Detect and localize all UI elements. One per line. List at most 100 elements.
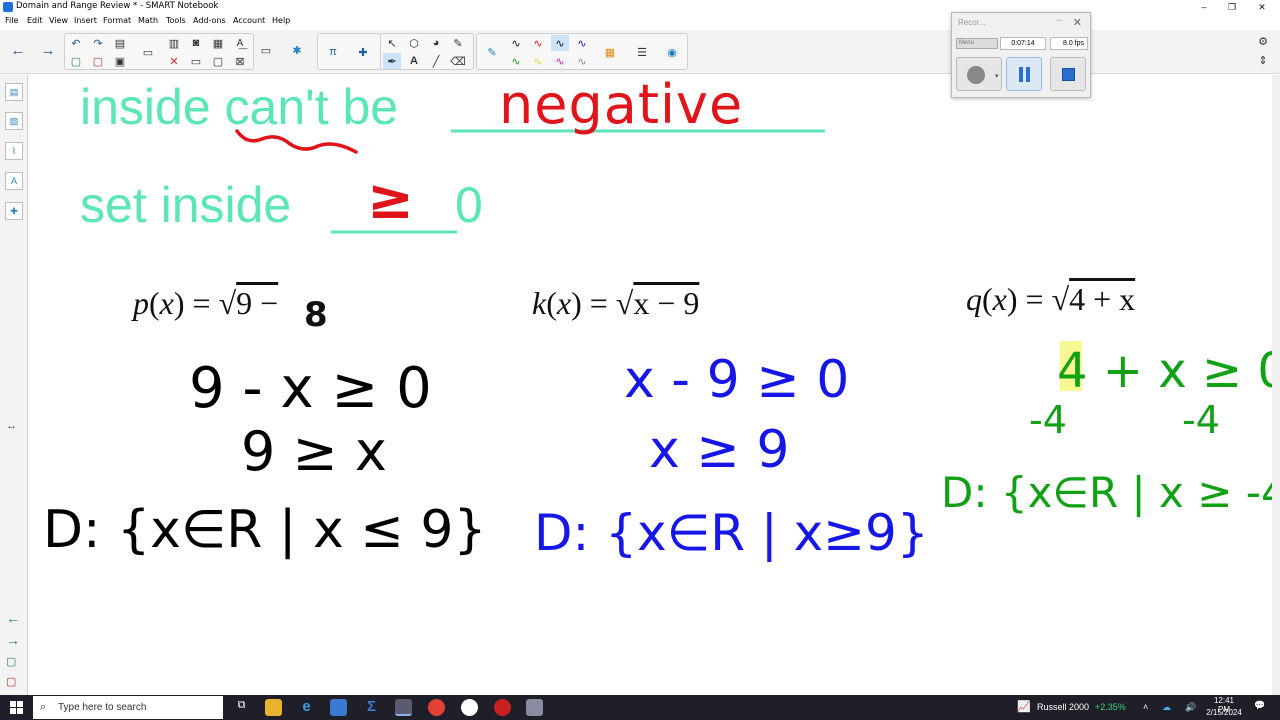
recorder-close-button[interactable]: ✕ bbox=[1073, 16, 1082, 29]
recorder-minimize-button[interactable]: – bbox=[1056, 15, 1062, 26]
paste-icon[interactable]: ▥ bbox=[165, 35, 183, 51]
menu-file[interactable]: File bbox=[5, 16, 18, 25]
pause-button[interactable] bbox=[1006, 57, 1042, 91]
maximize-button[interactable]: ❐ bbox=[1218, 0, 1246, 14]
settings-gear-icon[interactable]: ⚙ bbox=[1254, 33, 1272, 49]
delete-icon[interactable]: ✕ bbox=[165, 53, 183, 69]
show-hidden-icons[interactable]: ˄ bbox=[1143, 702, 1148, 712]
previous-page-icon[interactable]: ← bbox=[6, 610, 20, 626]
document-camera-icon[interactable]: ▭ bbox=[257, 42, 275, 58]
window-title: Domain and Range Review * - SMART Notebo… bbox=[16, 1, 219, 11]
menu-math[interactable]: Math bbox=[138, 16, 158, 25]
delete-page-icon[interactable]: ▢ bbox=[89, 53, 107, 69]
screen-shade-icon[interactable]: ▦ bbox=[209, 35, 227, 51]
table-icon[interactable]: ▭ bbox=[187, 53, 205, 69]
file-explorer-icon[interactable] bbox=[265, 699, 282, 716]
fullscreen-icon[interactable]: ⊠ bbox=[231, 53, 249, 69]
pen-red-icon[interactable]: ∿ bbox=[529, 35, 547, 51]
back-arrow-icon[interactable]: ← bbox=[9, 42, 27, 59]
volume-icon[interactable]: 🔊 bbox=[1185, 702, 1196, 713]
undo-icon[interactable]: ↶ bbox=[67, 35, 85, 51]
next-page-icon[interactable]: → bbox=[6, 632, 20, 648]
delete-page-side-icon[interactable]: ▢ bbox=[6, 675, 16, 688]
app-icon-7[interactable] bbox=[461, 699, 478, 716]
recorder-menu-dropdown[interactable]: Menu bbox=[956, 38, 998, 49]
eraser-icon[interactable]: ⌫ bbox=[449, 53, 467, 69]
attachments-icon[interactable]: ⌇ bbox=[5, 142, 23, 160]
pen-selected-icon[interactable]: ∿ bbox=[551, 35, 569, 51]
side-panel: ▤ ▧ ⌇ A ✚ ↔ ← → ▢ ▢ bbox=[0, 75, 28, 695]
clock-date[interactable]: 2/15/2024 bbox=[1203, 708, 1245, 717]
menu-addons[interactable]: Add-ons bbox=[193, 16, 226, 25]
close-button[interactable]: ✕ bbox=[1248, 0, 1276, 14]
notifications-icon[interactable]: 💬 bbox=[1254, 700, 1265, 711]
menu-insert[interactable]: Insert bbox=[74, 16, 97, 25]
menu-format[interactable]: Format bbox=[103, 16, 131, 25]
green-minus-4-right: -4 bbox=[1182, 398, 1220, 442]
pen-magenta-icon[interactable]: ∿ bbox=[551, 53, 569, 69]
smart-notebook-app-icon bbox=[3, 2, 13, 12]
add-on-puzzle-icon[interactable]: ✚ bbox=[354, 44, 372, 60]
pen-properties-icon[interactable]: ✎ bbox=[483, 44, 501, 60]
blue-domain: D: {x∈R | x≥9} bbox=[534, 504, 929, 562]
menu-help[interactable]: Help bbox=[272, 16, 290, 25]
black-step-2: 9 ≥ x bbox=[241, 420, 387, 483]
menu-tools[interactable]: Tools bbox=[166, 16, 186, 25]
stop-icon bbox=[1062, 68, 1075, 81]
chrome-icon[interactable] bbox=[428, 699, 445, 716]
open-file-icon[interactable]: ▤ bbox=[111, 35, 129, 51]
text-tool-icon[interactable]: A bbox=[405, 53, 423, 69]
add-ons-panel-icon[interactable]: ✚ bbox=[5, 202, 23, 220]
collapse-panel-icon[interactable]: ↔ bbox=[6, 420, 17, 432]
record-button[interactable]: ▾ bbox=[956, 57, 1002, 91]
properties-icon[interactable]: A bbox=[5, 172, 23, 190]
record-dropdown-icon[interactable]: ▾ bbox=[995, 72, 999, 80]
task-view-icon[interactable]: ⧉ bbox=[233, 699, 250, 716]
vertical-scrollbar[interactable] bbox=[1272, 75, 1280, 695]
page-sorter-icon[interactable]: ▤ bbox=[5, 83, 23, 101]
pen-tool-icon[interactable]: ✒ bbox=[383, 53, 401, 69]
minimize-button[interactable]: – bbox=[1190, 0, 1218, 14]
app-icon-9[interactable] bbox=[526, 699, 543, 716]
sigma-app-icon[interactable]: Σ bbox=[363, 699, 380, 716]
taskbar-search-box[interactable]: ⌕ Type here to search bbox=[33, 696, 223, 719]
line-tool-icon[interactable]: ╱ bbox=[427, 53, 445, 69]
add-page-icon[interactable]: ▢ bbox=[67, 53, 85, 69]
gallery-icon[interactable]: ▧ bbox=[5, 112, 23, 130]
ticker-name[interactable]: Russell 2000 bbox=[1037, 702, 1089, 712]
notebook-page[interactable]: inside can't be set inside 0 p(x) = √9 −… bbox=[29, 75, 1272, 695]
windows-start-icon[interactable] bbox=[10, 701, 23, 714]
pen-black-icon[interactable]: ∿ bbox=[507, 35, 525, 51]
select-arrow-icon[interactable]: ↖ bbox=[383, 35, 401, 51]
stop-button[interactable] bbox=[1050, 57, 1086, 91]
forward-arrow-icon[interactable]: → bbox=[39, 42, 57, 59]
math-tools-icon[interactable]: π bbox=[324, 44, 342, 60]
spell-check-icon[interactable]: A͟ bbox=[231, 35, 249, 51]
display-icon[interactable]: ▭ bbox=[139, 44, 157, 60]
screen-capture-icon[interactable]: ◙ bbox=[187, 35, 205, 51]
menu-account[interactable]: Account bbox=[233, 16, 265, 25]
redo-icon[interactable]: ↷ bbox=[89, 35, 107, 51]
smart-notebook-taskbar-icon[interactable] bbox=[395, 699, 412, 716]
pen-effects-icon[interactable]: ◉ bbox=[663, 44, 681, 60]
magic-pen-icon[interactable]: ✎ bbox=[449, 35, 467, 51]
line-style-icon[interactable]: ☰ bbox=[633, 44, 651, 60]
clone-icon[interactable]: ▢ bbox=[209, 53, 227, 69]
pen-blue-icon[interactable]: ∿ bbox=[573, 35, 591, 51]
app-icon-3[interactable] bbox=[330, 699, 347, 716]
save-icon[interactable]: ▣ bbox=[111, 53, 129, 69]
pen-gray-icon[interactable]: ∿ bbox=[573, 53, 591, 69]
onedrive-icon[interactable]: ☁ bbox=[1162, 702, 1171, 713]
app-icon-8[interactable] bbox=[494, 699, 511, 716]
shapes-icon[interactable]: ⬡ bbox=[405, 35, 423, 51]
color-palette-icon[interactable]: ▦ bbox=[601, 44, 619, 60]
toolbar-move-icon[interactable]: ⇕ bbox=[1254, 52, 1272, 68]
add-page-side-icon[interactable]: ▢ bbox=[6, 655, 16, 668]
fill-icon[interactable]: ◕ bbox=[427, 35, 445, 51]
internet-explorer-icon[interactable]: e bbox=[298, 699, 315, 716]
pen-green-icon[interactable]: ∿ bbox=[507, 53, 525, 69]
addons-icon[interactable]: ✱ bbox=[288, 42, 306, 58]
pen-yellow-icon[interactable]: ∿ bbox=[529, 53, 547, 69]
menu-edit[interactable]: Edit bbox=[27, 16, 43, 25]
menu-view[interactable]: View bbox=[49, 16, 68, 25]
